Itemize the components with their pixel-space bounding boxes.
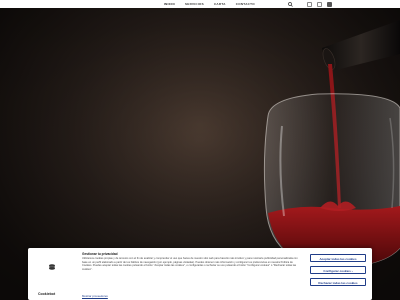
configure-cookies-button[interactable]: Configurar cookies › (310, 266, 366, 274)
nav-item-carta[interactable]: CARTA (214, 0, 226, 8)
cookie-title: Gestionar tu privacidad (82, 252, 118, 256)
cookie-consent-banner: Cookiebot Gestionar tu privacidad Utiliz… (28, 248, 372, 300)
nav-item-inicio[interactable]: INICIO (164, 0, 175, 8)
cookiebot-brand-label: Cookiebot (38, 292, 56, 296)
nav-item-contacto[interactable]: CONTACTO (236, 0, 255, 8)
accept-all-cookies-button[interactable]: Aceptar todas las cookies (310, 254, 366, 262)
instagram-icon[interactable] (327, 1, 332, 7)
show-vendors-link[interactable]: Mostrar proveedores (82, 294, 108, 298)
main-nav: INICIO SERVICIOS CARTA CONTACTO (164, 0, 255, 8)
mail-icon[interactable] (317, 1, 322, 7)
cookie-description: Utilizamos cookies propias y de terceros… (82, 257, 298, 271)
reject-all-cookies-button[interactable]: Rechazar todas las cookies (310, 278, 366, 286)
facebook-icon[interactable] (307, 1, 312, 7)
nav-item-servicios[interactable]: SERVICIOS (185, 0, 204, 8)
header-icons (288, 0, 332, 8)
top-navigation-bar: INICIO SERVICIOS CARTA CONTACTO (0, 0, 400, 8)
cookie-stack-icon (49, 264, 55, 270)
search-icon[interactable] (288, 1, 293, 7)
cookiebot-brand[interactable]: Cookiebot (38, 292, 55, 296)
